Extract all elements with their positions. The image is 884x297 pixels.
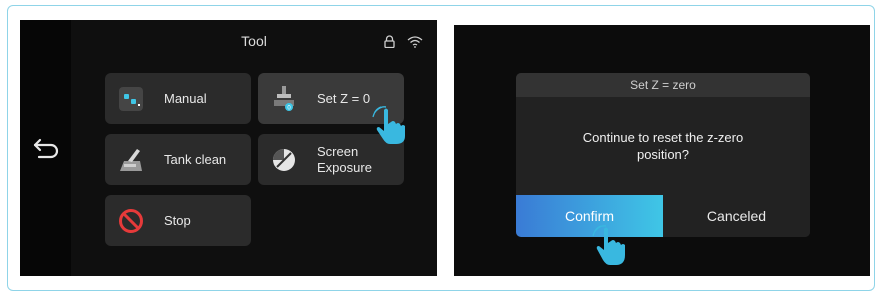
screen-exposure-icon xyxy=(273,149,295,171)
tap-hand-icon xyxy=(372,106,405,144)
tap-hand-icon-confirm xyxy=(592,225,625,265)
manual-icon xyxy=(119,87,143,111)
tile-set-z-label: Set Z = 0 xyxy=(317,90,371,106)
stop-icon xyxy=(119,209,143,233)
confirm-button[interactable]: Confirm xyxy=(516,195,663,237)
tile-stop-label: Stop xyxy=(164,212,191,228)
cancel-button[interactable]: Canceled xyxy=(663,195,810,237)
back-button[interactable] xyxy=(20,20,71,276)
tank-clean-icon xyxy=(120,149,142,171)
tile-tank-clean-label: Tank clean xyxy=(164,151,227,167)
confirm-dialog: Set Z = zero Continue to reset the z-zer… xyxy=(516,73,810,237)
set-z-icon: 0 xyxy=(274,86,294,112)
wifi-icon xyxy=(407,35,423,48)
tile-tank-clean[interactable]: Tank clean xyxy=(105,134,251,185)
confirm-screen: Set Z = zero Continue to reset the z-zer… xyxy=(454,25,870,276)
status-bar xyxy=(384,35,423,48)
tile-screen-exposure-label: Screen Exposure xyxy=(317,143,372,175)
tile-manual[interactable]: Manual xyxy=(105,73,251,124)
page-title: Tool xyxy=(241,33,267,49)
dialog-message-area: Continue to reset the z-zero position? xyxy=(516,97,810,195)
lock-icon xyxy=(384,35,395,48)
dialog-message: Continue to reset the z-zero position? xyxy=(582,130,744,162)
tile-manual-label: Manual xyxy=(164,90,207,106)
tool-screen: Tool Manual 0 Set Z = 0 Tank clean Scree… xyxy=(20,20,437,276)
tile-stop[interactable]: Stop xyxy=(105,195,251,246)
return-arrow-icon xyxy=(33,138,58,159)
dialog-title: Set Z = zero xyxy=(516,73,810,97)
